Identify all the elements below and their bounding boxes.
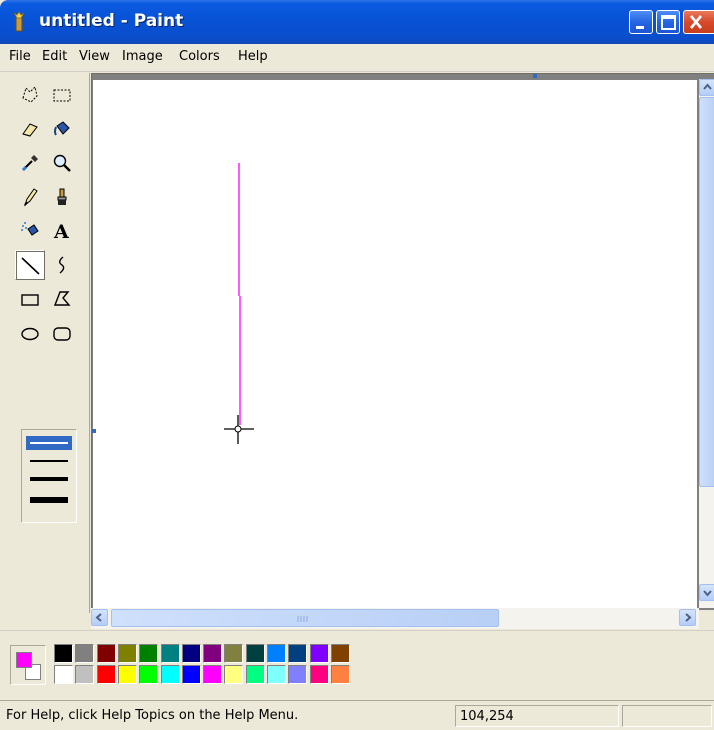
title-bar[interactable]: untitled - Paint xyxy=(0,0,714,44)
resize-handle-top[interactable] xyxy=(533,74,537,78)
vertical-scrollbar[interactable] xyxy=(699,79,714,608)
vertical-scroll-thumb[interactable] xyxy=(699,97,714,487)
palette-swatch[interactable] xyxy=(181,644,201,663)
menu-bar: File Edit View Image Colors Help xyxy=(0,44,714,72)
drawing-canvas[interactable] xyxy=(93,80,697,611)
palette-swatch[interactable] xyxy=(54,665,73,684)
status-bar: For Help, click Help Topics on the Help … xyxy=(0,700,714,730)
paint-app-icon[interactable] xyxy=(9,11,29,33)
line-width-3[interactable] xyxy=(26,472,72,486)
line-width-4[interactable] xyxy=(26,492,72,508)
curve-icon[interactable] xyxy=(49,252,75,278)
palette-swatch[interactable] xyxy=(330,665,350,684)
palette-swatch[interactable] xyxy=(330,644,350,663)
svg-text:A: A xyxy=(53,221,69,242)
palette-swatch[interactable] xyxy=(288,665,308,684)
palette-swatch[interactable] xyxy=(181,665,201,684)
menu-file[interactable]: File xyxy=(9,49,31,64)
palette-swatch[interactable] xyxy=(96,665,116,684)
palette-swatch[interactable] xyxy=(139,644,159,663)
text-icon[interactable]: A xyxy=(49,218,75,244)
palette-swatch[interactable] xyxy=(203,665,223,684)
palette-swatch[interactable] xyxy=(139,665,159,684)
pencil-icon[interactable] xyxy=(17,184,43,210)
polygon-icon[interactable] xyxy=(49,286,75,312)
palette-swatch[interactable] xyxy=(75,665,95,684)
fill-with-color-icon[interactable] xyxy=(49,116,75,142)
current-colors xyxy=(10,645,46,685)
resize-handle-left[interactable] xyxy=(92,429,96,433)
maximize-button[interactable] xyxy=(656,10,680,34)
palette-swatch[interactable] xyxy=(160,665,180,684)
palette-swatch[interactable] xyxy=(75,644,95,663)
status-coordinates: 104,254 xyxy=(455,705,619,727)
palette-swatch[interactable] xyxy=(117,665,137,684)
palette-swatch[interactable] xyxy=(267,665,286,684)
eraser-icon[interactable] xyxy=(17,116,43,142)
free-form-select-icon[interactable] xyxy=(17,82,43,108)
line-width-selector xyxy=(21,429,77,523)
palette-swatch[interactable] xyxy=(203,644,223,663)
scroll-left-button[interactable] xyxy=(91,609,108,626)
airbrush-icon[interactable] xyxy=(17,218,43,244)
palette-swatch[interactable] xyxy=(96,644,116,663)
palette-swatch[interactable] xyxy=(309,665,329,684)
palette-swatch[interactable] xyxy=(224,665,244,684)
palette-swatch[interactable] xyxy=(267,644,286,663)
palette-swatch[interactable] xyxy=(309,644,329,663)
palette-swatch[interactable] xyxy=(245,665,265,684)
rectangle-icon[interactable] xyxy=(17,286,43,312)
line-width-2[interactable] xyxy=(26,454,72,468)
palette-swatch[interactable] xyxy=(54,644,73,663)
scroll-up-button[interactable] xyxy=(699,79,714,96)
drawn-line xyxy=(224,163,254,444)
select-icon[interactable] xyxy=(49,82,75,108)
toolbox: A xyxy=(0,73,90,613)
menu-colors[interactable]: Colors xyxy=(179,49,220,64)
scroll-down-button[interactable] xyxy=(699,584,714,601)
palette-swatch[interactable] xyxy=(245,644,265,663)
rounded-rectangle-icon[interactable] xyxy=(49,320,75,346)
horizontal-scrollbar[interactable] xyxy=(91,608,699,629)
palette-swatch[interactable] xyxy=(117,644,137,663)
menu-view[interactable]: View xyxy=(79,49,110,64)
pick-color-icon[interactable] xyxy=(17,150,43,176)
status-help-text: For Help, click Help Topics on the Help … xyxy=(6,708,299,723)
horizontal-scroll-thumb[interactable] xyxy=(111,609,499,627)
palette-swatch[interactable] xyxy=(160,644,180,663)
palette-swatch[interactable] xyxy=(288,644,308,663)
minimize-button[interactable] xyxy=(629,10,653,34)
menu-edit[interactable]: Edit xyxy=(42,49,67,64)
palette-swatch[interactable] xyxy=(224,644,244,663)
scroll-right-button[interactable] xyxy=(679,609,696,626)
color-palette xyxy=(0,630,714,698)
canvas-area xyxy=(91,73,714,611)
brush-icon[interactable] xyxy=(49,184,75,210)
ellipse-icon[interactable] xyxy=(17,320,43,346)
magnifier-icon[interactable] xyxy=(49,150,75,176)
foreground-color-swatch[interactable] xyxy=(16,652,32,668)
line-icon[interactable] xyxy=(15,250,45,280)
close-button[interactable] xyxy=(683,10,714,34)
menu-help[interactable]: Help xyxy=(238,49,268,64)
window-title: untitled - Paint xyxy=(39,11,184,31)
menu-image[interactable]: Image xyxy=(122,49,163,64)
status-size xyxy=(622,705,712,727)
line-width-1[interactable] xyxy=(26,436,72,450)
